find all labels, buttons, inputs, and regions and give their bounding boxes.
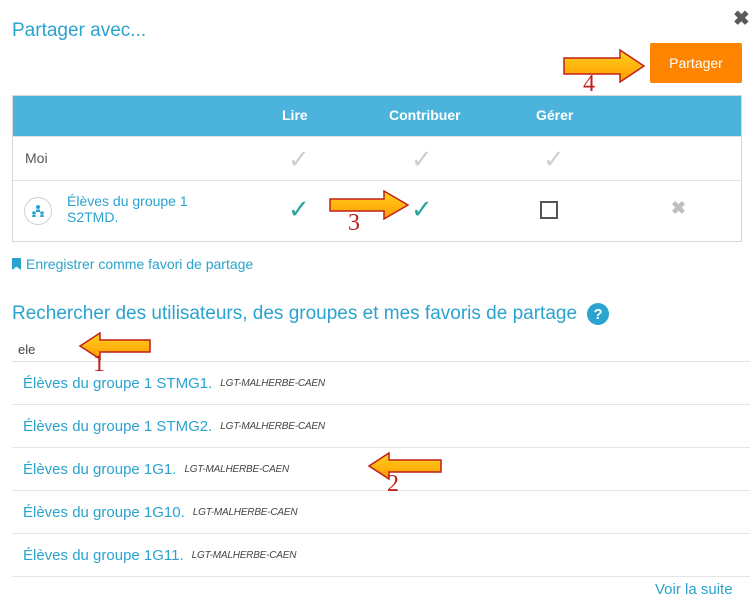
read-checkmark-icon[interactable]: ✓ [288, 196, 310, 222]
annotation-number: 1 [93, 351, 105, 377]
annotation-number: 2 [387, 471, 399, 497]
list-item[interactable]: Élèves du groupe 1 STMG2. LGT-MALHERBE-C… [12, 405, 750, 448]
save-favorite-label: Enregistrer comme favori de partage [26, 256, 254, 272]
annotation-number: 4 [583, 71, 595, 97]
header-contribuer: Contribuer [389, 107, 461, 123]
table-row-me: Moi ✓ ✓ ✓ [13, 136, 741, 180]
search-heading: Rechercher des utilisateurs, des groupes… [12, 303, 610, 325]
me-label: Moi [25, 150, 48, 166]
close-icon[interactable]: ✖ [733, 6, 750, 31]
share-button[interactable]: Partager [650, 43, 742, 83]
list-item[interactable]: Élèves du groupe 1G11. LGT-MALHERBE-CAEN [12, 534, 750, 577]
checkmark-icon: ✓ [543, 144, 565, 174]
checkmark-icon: ✓ [288, 144, 310, 174]
group-icon [24, 197, 52, 225]
help-icon[interactable]: ? [587, 303, 610, 325]
arrow-icon [563, 48, 646, 84]
contribute-checkmark-icon[interactable]: ✓ [411, 196, 433, 222]
arrow-icon [78, 331, 151, 361]
arrow-icon [367, 451, 442, 481]
search-title-text: Rechercher des utilisateurs, des groupes… [12, 303, 578, 324]
dialog-title: Partager avec... [12, 20, 147, 41]
header-lire: Lire [282, 107, 308, 123]
header-gerer: Gérer [536, 107, 574, 123]
arrow-icon [329, 189, 410, 221]
list-item[interactable]: Élèves du groupe 1 STMG1. LGT-MALHERBE-C… [12, 362, 750, 405]
save-favorite-link[interactable]: Enregistrer comme favori de partage [12, 256, 253, 272]
checkmark-icon: ✓ [411, 144, 433, 174]
group-name-link[interactable]: Élèves du groupe 1 S2TMD. [67, 193, 188, 225]
remove-icon[interactable]: ✖ [671, 198, 686, 219]
annotation-number: 3 [348, 210, 360, 236]
see-more-link[interactable]: Voir la suite [655, 581, 733, 598]
permissions-header: Lire Contribuer Gérer [13, 96, 741, 136]
list-item[interactable]: Élèves du groupe 1G10. LGT-MALHERBE-CAEN [12, 491, 750, 534]
bookmark-icon [12, 258, 21, 270]
manage-checkbox[interactable] [540, 201, 558, 219]
